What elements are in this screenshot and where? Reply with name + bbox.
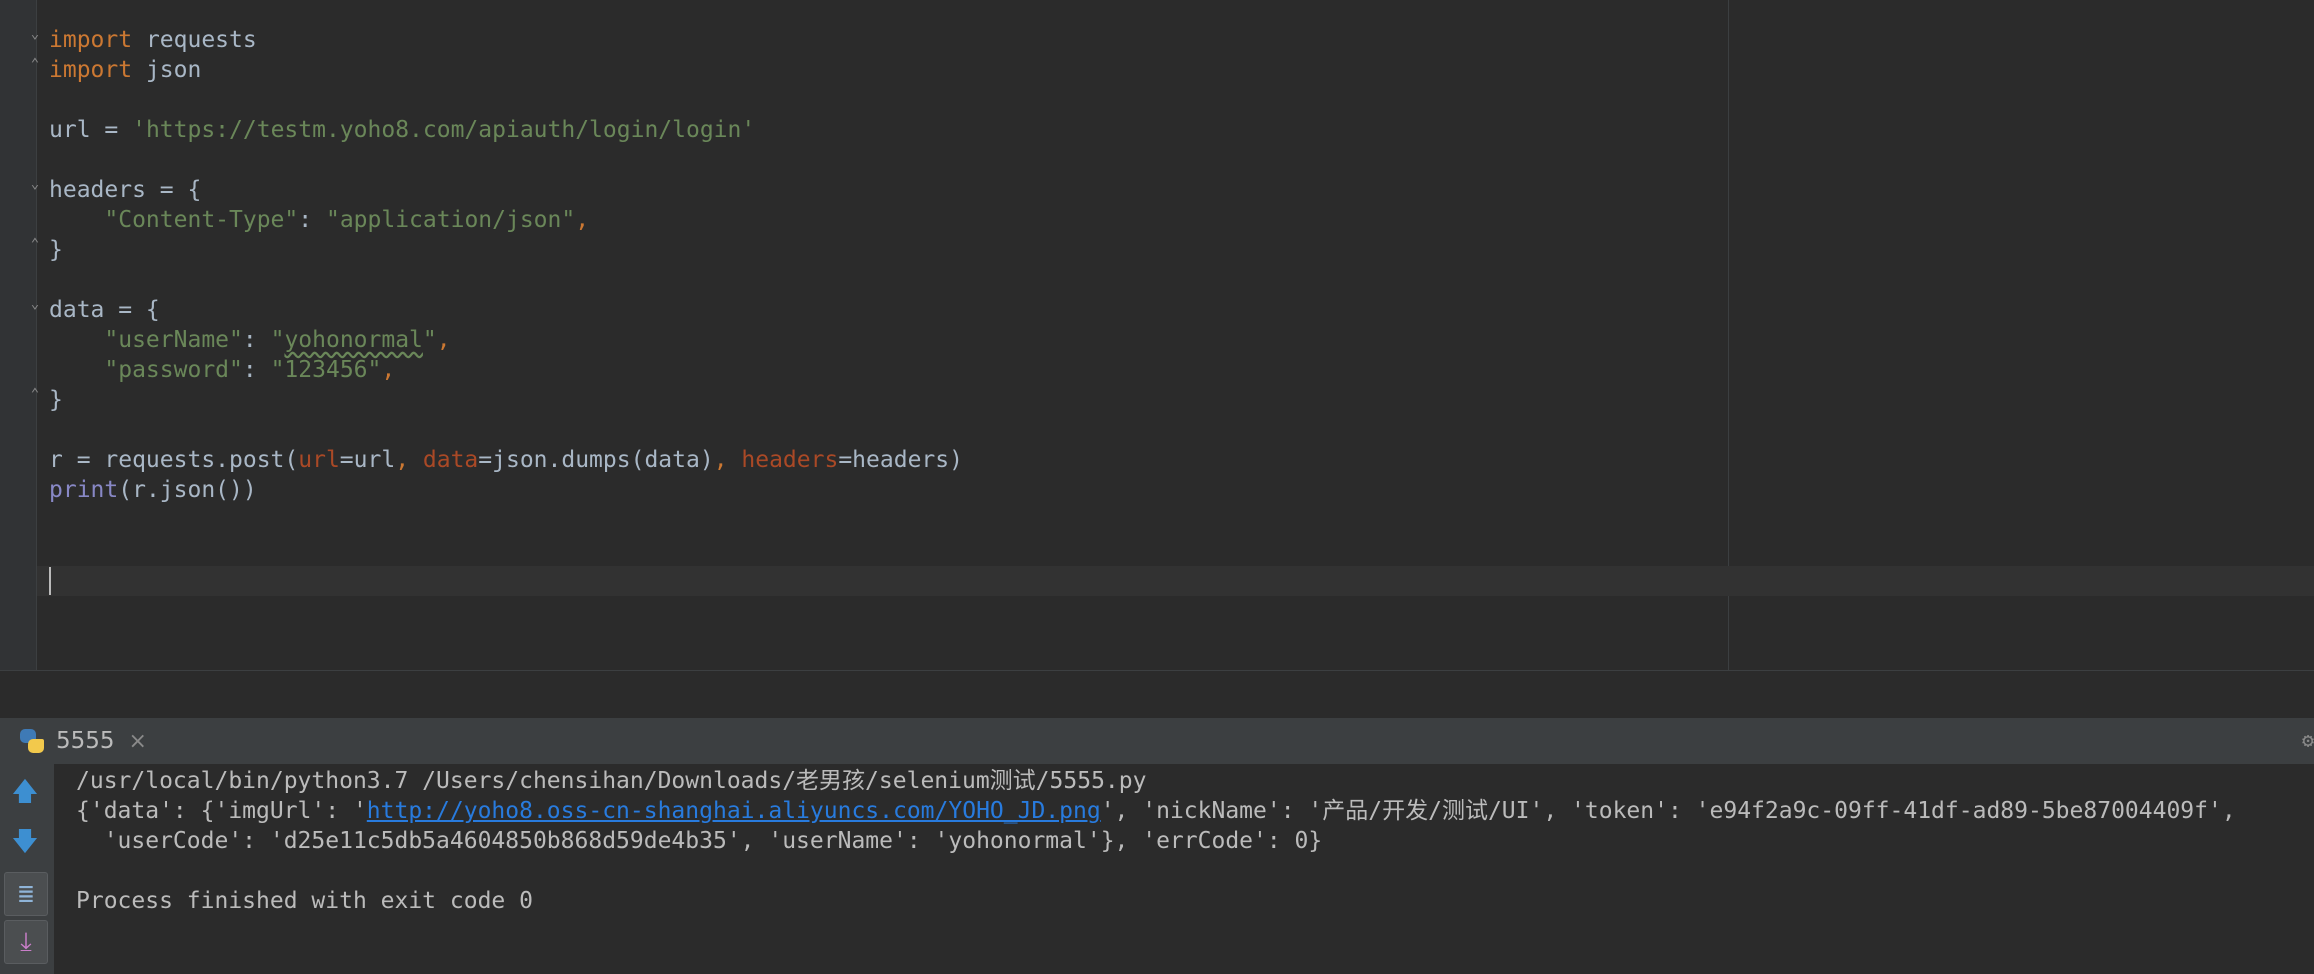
close-icon[interactable]: ×	[129, 729, 147, 754]
run-toolbar: 🡅 🡇 ≣ ⤓	[0, 764, 55, 974]
console-text: ', 'nickName': '产品/开发/测试/UI', 'token': '…	[1100, 798, 2236, 824]
code-token: 'https://testm.yoho8.com/apiauth/login/l…	[132, 117, 756, 143]
code-line[interactable]: "password": "123456",	[49, 355, 963, 385]
code-line[interactable]: "Content-Type": "application/json",	[49, 205, 963, 235]
code-editor[interactable]: ⌄ ⌃ ⌄ ⌃ ⌄ ⌃ import requests import json …	[0, 0, 2314, 670]
code-token: r = requests.post(	[49, 447, 299, 473]
code-token: url =	[49, 117, 133, 143]
code-token: ,	[395, 447, 423, 473]
code-token: url	[298, 447, 340, 473]
console-output-line: {'data': {'imgUrl': 'http://yoho8.oss-cn…	[76, 796, 2236, 826]
code-token: ,	[381, 357, 396, 383]
fold-marker-icon[interactable]: ⌃	[28, 57, 42, 71]
panel-divider[interactable]	[0, 670, 2314, 719]
code-line[interactable]: r = requests.post(url=url, data=json.dum…	[49, 445, 963, 475]
code-token: ,	[713, 447, 742, 473]
current-line-highlight	[37, 566, 2314, 596]
console-exit-message: Process finished with exit code 0	[76, 888, 533, 914]
code-token: =url	[339, 447, 396, 473]
code-token: }	[49, 387, 63, 413]
code-line[interactable]	[49, 265, 963, 295]
code-line[interactable]: }	[49, 235, 963, 265]
settings-gear-icon[interactable]: ⚙	[2302, 728, 2314, 752]
code-token: import	[49, 27, 133, 53]
code-token: (r.json())	[118, 477, 257, 503]
console-command-line: /usr/local/bin/python3.7 /Users/chensiha…	[76, 768, 1147, 794]
code-token: data = {	[49, 297, 160, 323]
code-token: json	[132, 57, 202, 83]
run-console-output[interactable]: /usr/local/bin/python3.7 /Users/chensiha…	[76, 766, 2236, 916]
python-icon	[18, 727, 46, 755]
code-token: "123456"	[270, 357, 382, 383]
code-token: print	[49, 477, 119, 503]
code-content[interactable]: import requests import json url = 'https…	[49, 25, 963, 505]
scroll-to-end-icon[interactable]: ⤓	[4, 920, 48, 964]
code-token: "	[270, 327, 285, 353]
code-token: "Content-Type"	[104, 207, 299, 233]
run-tab[interactable]: 5555 ×	[18, 718, 147, 764]
code-token: requests	[132, 27, 257, 53]
code-token: ,	[575, 207, 590, 233]
console-output-line: 'userCode': 'd25e11c5db5a4604850b868d59d…	[76, 828, 1323, 854]
code-line[interactable]: import json	[49, 55, 963, 85]
code-token: import	[49, 57, 133, 83]
code-line[interactable]: print(r.json())	[49, 475, 963, 505]
code-token: headers	[741, 447, 839, 473]
code-line[interactable]: import requests	[49, 25, 963, 55]
code-token: "userName"	[104, 327, 243, 353]
console-url-link[interactable]: http://yoho8.oss-cn-shanghai.aliyuncs.co…	[367, 798, 1101, 824]
code-token: :	[298, 207, 326, 233]
code-token: "password"	[104, 357, 243, 383]
code-token: "application/json"	[325, 207, 576, 233]
fold-marker-icon[interactable]: ⌄	[28, 27, 42, 41]
code-line[interactable]	[49, 85, 963, 115]
soft-wrap-icon[interactable]: ≣	[4, 872, 48, 916]
code-line[interactable]	[49, 415, 963, 445]
console-text: {'data': {'imgUrl': '	[76, 798, 367, 824]
code-line[interactable]	[49, 145, 963, 175]
code-line[interactable]: }	[49, 385, 963, 415]
up-arrow-icon[interactable]: 🡅	[4, 774, 46, 816]
code-line[interactable]: data = {	[49, 295, 963, 325]
editor-gutter[interactable]	[0, 0, 37, 670]
spellcheck-warning[interactable]: yohonormal	[284, 327, 422, 353]
code-token: }	[49, 237, 63, 263]
code-token: :	[242, 357, 271, 383]
run-tab-bar: 5555 × ⚙	[0, 718, 2314, 765]
fold-marker-icon[interactable]: ⌃	[28, 237, 42, 251]
down-arrow-icon[interactable]: 🡇	[4, 824, 46, 866]
code-line[interactable]: headers = {	[49, 175, 963, 205]
code-token: =headers)	[838, 447, 963, 473]
code-token: =json.dumps(data)	[478, 447, 714, 473]
code-line[interactable]: url = 'https://testm.yoho8.com/apiauth/l…	[49, 115, 963, 145]
code-token: ,	[436, 327, 451, 353]
fold-marker-icon[interactable]: ⌃	[28, 387, 42, 401]
code-token: headers = {	[49, 177, 202, 203]
code-token: "	[422, 327, 437, 353]
run-tab-label: 5555	[56, 728, 115, 754]
code-line[interactable]: "userName": "yohonormal",	[49, 325, 963, 355]
code-token: data	[422, 447, 479, 473]
fold-marker-icon[interactable]: ⌄	[28, 297, 42, 311]
text-caret	[49, 567, 51, 595]
code-token: :	[242, 327, 271, 353]
fold-marker-icon[interactable]: ⌄	[28, 177, 42, 191]
